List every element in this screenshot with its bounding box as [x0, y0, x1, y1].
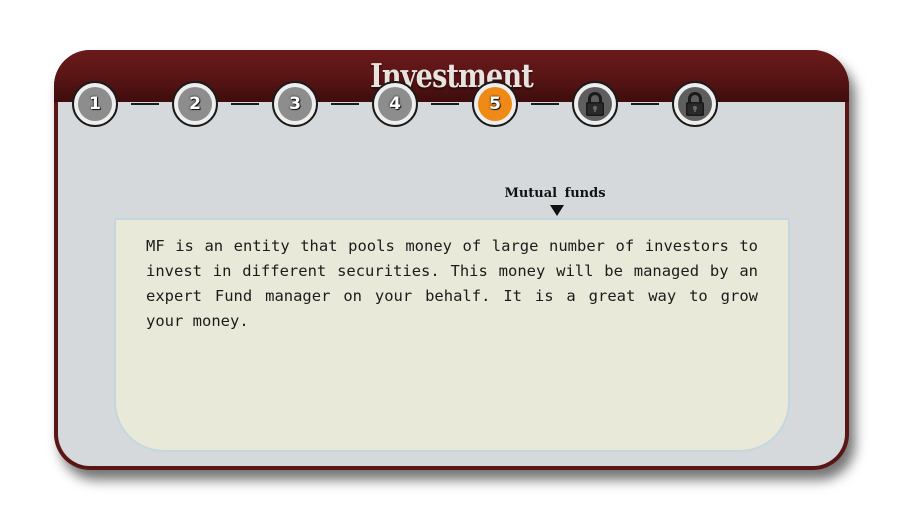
caption-pointer-icon [550, 205, 564, 216]
step-3-label: 3 [278, 87, 312, 121]
step-1-label: 1 [78, 87, 112, 121]
step-2-label: 2 [178, 87, 212, 121]
step-4-label: 4 [378, 87, 412, 121]
lock-icon [686, 92, 704, 116]
step-4-button[interactable]: 4 [372, 81, 418, 127]
step-connector [131, 103, 159, 105]
step-5-button-active[interactable]: 5 [472, 81, 518, 127]
step-progress-track: 1 2 3 4 5 [72, 80, 718, 128]
step-connector [331, 103, 359, 105]
lock-icon [586, 92, 604, 116]
step-connector [431, 103, 459, 105]
current-step-caption: Mutual funds [504, 186, 606, 201]
step-connector [631, 103, 659, 105]
step-1-button[interactable]: 1 [72, 81, 118, 127]
game-screen: Investment 1 2 3 4 5 Mutual funds MF is … [0, 0, 910, 512]
step-6-locked[interactable] [572, 81, 618, 127]
step-description-box: MF is an entity that pools money of larg… [114, 218, 790, 452]
step-2-button[interactable]: 2 [172, 81, 218, 127]
step-connector [531, 103, 559, 105]
step-3-button[interactable]: 3 [272, 81, 318, 127]
step-7-locked[interactable] [672, 81, 718, 127]
step-connector [231, 103, 259, 105]
step-description-text: MF is an entity that pools money of larg… [146, 237, 758, 330]
step-5-label: 5 [478, 87, 512, 121]
